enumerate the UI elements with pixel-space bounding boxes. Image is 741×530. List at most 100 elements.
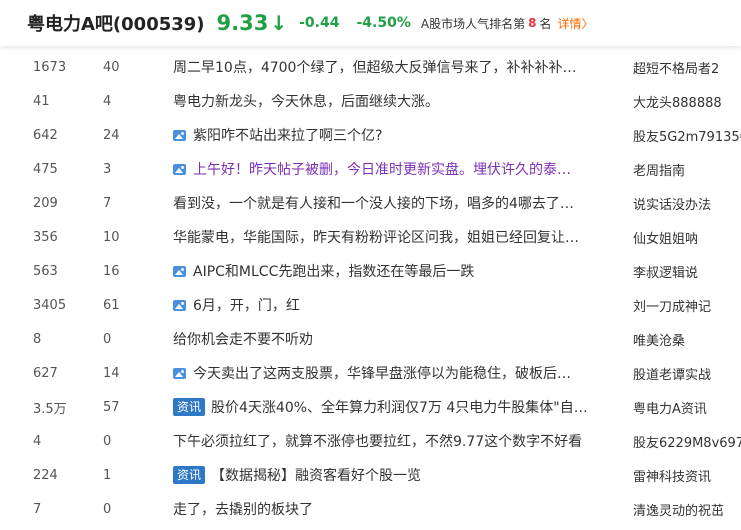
read-count: 627 — [33, 365, 58, 381]
post-title-link[interactable]: 粤电力新龙头，今天休息，后面继续大涨。 — [173, 91, 603, 111]
post-title-link[interactable]: 看到没，一个就是有人接和一个没人接的下场，唱多的4哪去了… — [173, 193, 603, 213]
table-row[interactable]: 627 14 今天卖出了这两支股票，华锋早盘涨停以为能稳住，破板后… 股道老谭实战 — [0, 356, 741, 390]
author-link[interactable]: 说实话没办法 — [633, 194, 711, 213]
read-count: 356 — [33, 229, 58, 245]
post-title: 股价4天涨40%、全年算力利润仅7万 4只电力牛股集体"自… — [211, 400, 588, 416]
author-link[interactable]: 刘一刀成神记 — [633, 296, 711, 315]
post-title-link[interactable]: 周二早10点，4700个绿了，但超级大反弹信号来了，补补补补… — [173, 57, 603, 77]
post-title-link[interactable]: 走了，去撬别的板块了 — [173, 499, 603, 519]
post-title-link[interactable]: 下午必须拉红了，就算不涨停也要拉红，不然9.77这个数字不好看 — [173, 431, 603, 451]
post-title: 紫阳咋不站出来拉了啊三个亿? — [193, 128, 383, 144]
read-count: 4 — [33, 433, 42, 449]
table-row[interactable]: 563 16 AIPC和MLCC先跑出来，指数还在等最后一跌 李叔逻辑说 — [0, 254, 741, 288]
author-link[interactable]: 股友6229M8v697 — [633, 432, 741, 451]
post-title: 今天卖出了这两支股票，华锋早盘涨停以为能稳住，破板后… — [193, 366, 571, 382]
author-link[interactable]: 李叔逻辑说 — [633, 262, 698, 281]
comment-count: 1 — [103, 467, 112, 483]
table-row[interactable]: 3405 61 6月，开，门，红 刘一刀成神记 — [0, 288, 741, 322]
comment-count: 14 — [103, 365, 120, 381]
stock-price: 9.33 — [216, 11, 269, 35]
post-title: 粤电力新龙头，今天休息，后面继续大涨。 — [173, 94, 439, 110]
comment-count: 24 — [103, 127, 120, 143]
rank-suffix: 名 — [539, 16, 552, 31]
read-count: 209 — [33, 195, 58, 211]
comment-count: 0 — [103, 501, 112, 517]
read-count: 3.5万 — [33, 401, 67, 417]
news-badge: 资讯 — [173, 466, 206, 484]
comment-count: 4 — [103, 93, 112, 109]
stock-header: 粤电力A吧(000539) 9.33 ↓ -0.44 -4.50% A股市场人气… — [0, 0, 741, 46]
post-title-link[interactable]: 上午好！昨天帖子被删，今日准时更新实盘。埋伏许久的泰… — [173, 159, 603, 179]
comment-count: 0 — [103, 433, 112, 449]
down-arrow-icon: ↓ — [270, 11, 288, 35]
comment-count: 10 — [103, 229, 120, 245]
post-title-link[interactable]: 资讯 【数据揭秘】融资客看好个股一览 — [173, 465, 603, 485]
post-title-link[interactable]: 华能蒙电，华能国际，昨天有粉粉评论区问我，姐姐已经回复让… — [173, 227, 603, 247]
author-link[interactable]: 老周指南 — [633, 160, 685, 179]
read-count: 1673 — [33, 59, 67, 75]
author-link[interactable]: 仙女姐姐呐 — [633, 228, 698, 247]
post-title: 周二早10点，4700个绿了，但超级大反弹信号来了，补补补补… — [173, 60, 577, 76]
stock-name[interactable]: 粤电力A吧(000539) — [27, 10, 205, 36]
post-title: 上午好！昨天帖子被删，今日准时更新实盘。埋伏许久的泰… — [193, 162, 571, 178]
comment-count: 57 — [103, 399, 120, 415]
read-count: 41 — [33, 93, 50, 109]
image-icon — [173, 299, 186, 311]
news-badge: 资讯 — [173, 398, 206, 416]
post-title: AIPC和MLCC先跑出来，指数还在等最后一跌 — [193, 264, 475, 280]
author-link[interactable]: 粤电力A资讯 — [633, 398, 707, 417]
post-title: 走了，去撬别的板块了 — [173, 502, 313, 518]
read-count: 7 — [33, 501, 42, 517]
image-icon — [173, 163, 186, 175]
post-title: 【数据揭秘】融资客看好个股一览 — [211, 468, 422, 484]
read-count: 563 — [33, 263, 58, 279]
post-title: 给你机会走不要不听劝 — [173, 332, 313, 348]
post-title-link[interactable]: AIPC和MLCC先跑出来，指数还在等最后一跌 — [173, 261, 603, 281]
comment-count: 61 — [103, 297, 120, 313]
rank-prefix: A股市场人气排名第 — [420, 16, 526, 31]
image-icon — [173, 367, 186, 379]
author-link[interactable]: 唯美沧桑 — [633, 330, 685, 349]
read-count: 475 — [33, 161, 58, 177]
read-count: 8 — [33, 331, 42, 347]
post-title: 下午必须拉红了，就算不涨停也要拉红，不然9.77这个数字不好看 — [173, 434, 583, 450]
table-row[interactable]: 4 0 下午必须拉红了，就算不涨停也要拉红，不然9.77这个数字不好看 股友6229M… — [0, 424, 741, 458]
author-link[interactable]: 股友5G2m79135€ — [633, 126, 741, 145]
comment-count: 3 — [103, 161, 112, 177]
post-title: 华能蒙电，华能国际，昨天有粉粉评论区问我，姐姐已经回复让… — [173, 230, 579, 246]
author-link[interactable]: 大龙头888888 — [633, 92, 722, 111]
table-row[interactable]: 475 3 上午好！昨天帖子被删，今日准时更新实盘。埋伏许久的泰… 老周指南 — [0, 152, 741, 186]
post-title: 6月，开，门，红 — [193, 298, 300, 314]
details-link[interactable]: 详情〉 — [557, 15, 593, 32]
image-icon — [173, 129, 186, 141]
author-link[interactable]: 股道老谭实战 — [633, 364, 711, 383]
table-row[interactable]: 224 1 资讯 【数据揭秘】融资客看好个股一览 雷神科技资讯 — [0, 458, 741, 492]
comment-count: 0 — [103, 331, 112, 347]
table-row[interactable]: 8 0 给你机会走不要不听劝 唯美沧桑 — [0, 322, 741, 356]
author-link[interactable]: 雷神科技资讯 — [633, 466, 711, 485]
author-link[interactable]: 清逸灵动的祝茁 — [633, 500, 724, 519]
post-title-link[interactable]: 6月，开，门，红 — [173, 295, 603, 315]
table-row[interactable]: 1673 40 周二早10点，4700个绿了，但超级大反弹信号来了，补补补补… 超短不… — [0, 50, 741, 84]
table-row[interactable]: 642 24 紫阳咋不站出来拉了啊三个亿? 股友5G2m79135€ — [0, 118, 741, 152]
author-link[interactable]: 超短不格局者2 — [633, 58, 719, 77]
table-row[interactable]: 356 10 华能蒙电，华能国际，昨天有粉粉评论区问我，姐姐已经回复让… 仙女姐姐呐 — [0, 220, 741, 254]
table-row[interactable]: 3.5万 57 资讯 股价4天涨40%、全年算力利润仅7万 4只电力牛股集体"自… 粤电… — [0, 390, 741, 424]
table-row[interactable]: 41 4 粤电力新龙头，今天休息，后面继续大涨。 大龙头888888 — [0, 84, 741, 118]
price-change: -0.44 — [299, 15, 340, 31]
post-title-link[interactable]: 今天卖出了这两支股票，华锋早盘涨停以为能稳住，破板后… — [173, 363, 603, 383]
post-title-link[interactable]: 给你机会走不要不听劝 — [173, 329, 603, 349]
table-row[interactable]: 7 0 走了，去撬别的板块了 清逸灵动的祝茁 — [0, 492, 741, 526]
price-change-percent: -4.50% — [356, 15, 411, 31]
post-title: 看到没，一个就是有人接和一个没人接的下场，唱多的4哪去了… — [173, 196, 574, 212]
comment-count: 16 — [103, 263, 120, 279]
comment-count: 40 — [103, 59, 120, 75]
table-row[interactable]: 209 7 看到没，一个就是有人接和一个没人接的下场，唱多的4哪去了… 说实话没办法 — [0, 186, 741, 220]
read-count: 642 — [33, 127, 58, 143]
post-title-link[interactable]: 资讯 股价4天涨40%、全年算力利润仅7万 4只电力牛股集体"自… — [173, 397, 603, 417]
post-title-link[interactable]: 紫阳咋不站出来拉了啊三个亿? — [173, 125, 603, 145]
image-icon — [173, 265, 186, 277]
comment-count: 7 — [103, 195, 112, 211]
read-count: 224 — [33, 467, 58, 483]
rank-number: 8 — [528, 16, 537, 30]
